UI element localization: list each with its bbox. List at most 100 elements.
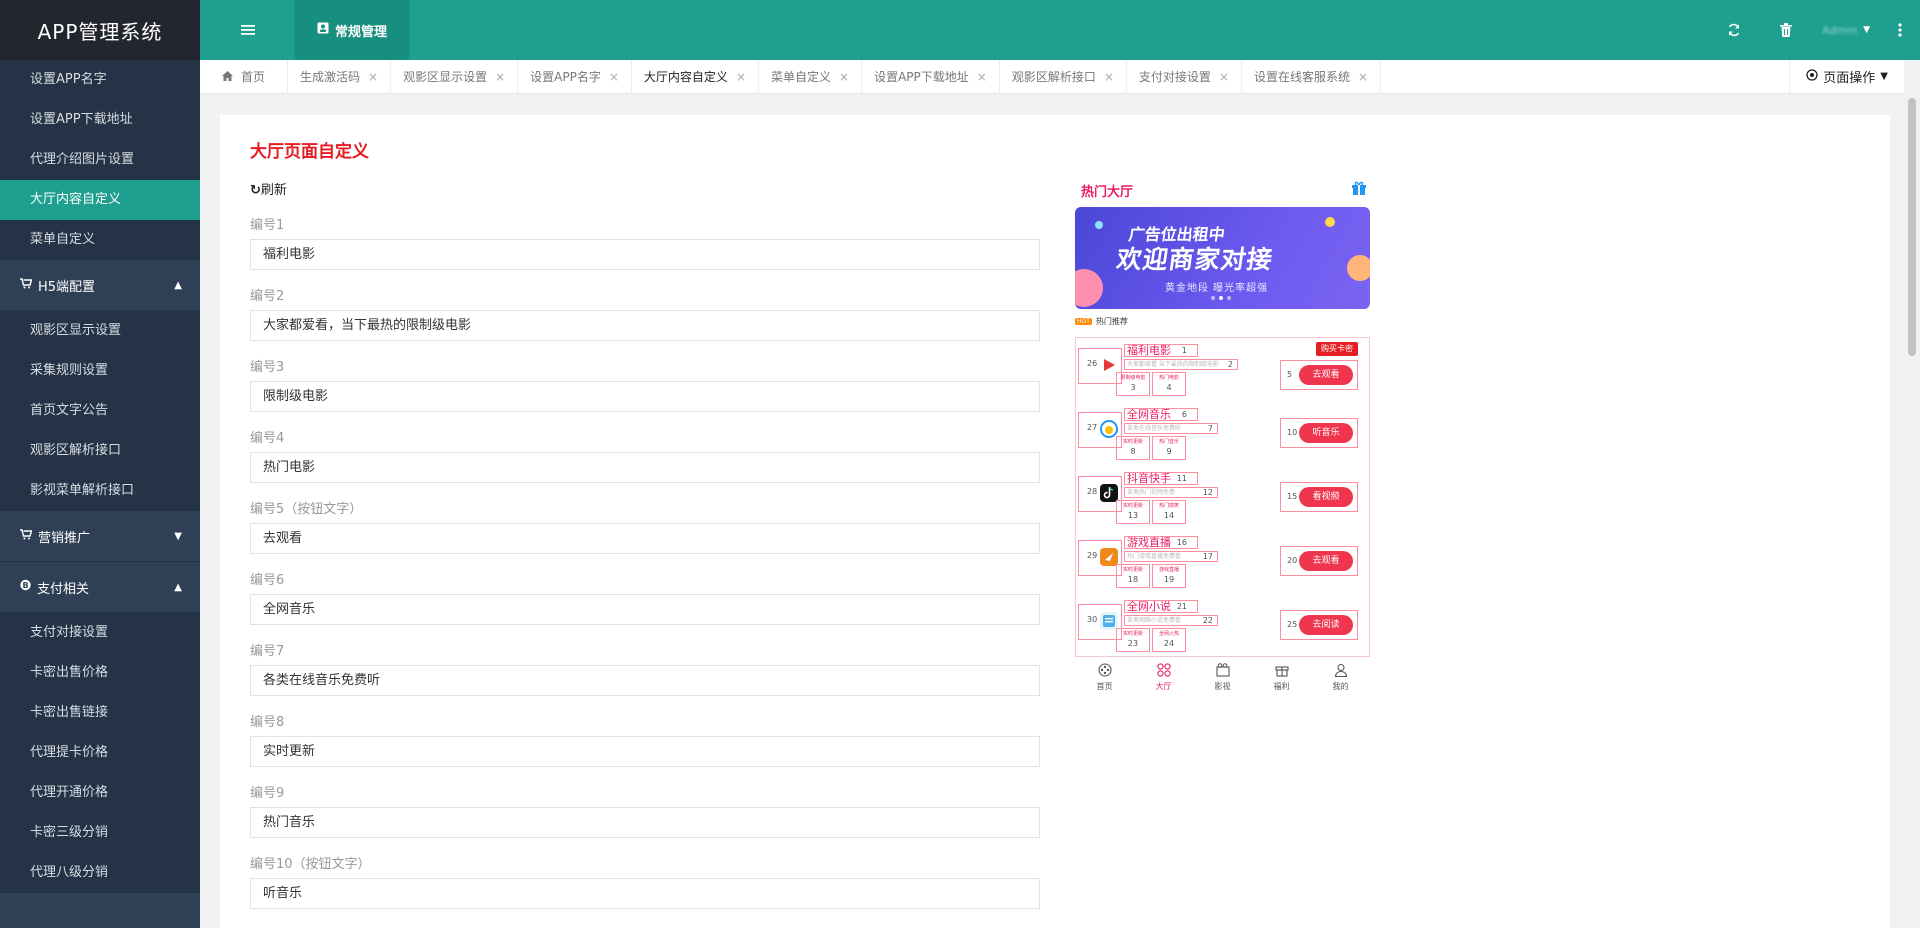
item-tag: 全网火热 (1158, 631, 1179, 637)
tab-app-download[interactable]: 设置APP下载地址 × (862, 60, 1000, 93)
trash-icon[interactable] (1760, 23, 1812, 37)
refresh-icon[interactable] (1708, 23, 1760, 37)
list-item[interactable]: 26 福利电影 1 大家都爱看 当下最热的限制级电影 2 限制级电影 3 热门电影 4 … (1076, 338, 1369, 402)
page-scrollbar[interactable] (1904, 94, 1920, 928)
field-label: 编号8 (250, 715, 285, 730)
item-desc-number: 22 (1202, 616, 1213, 625)
list-item[interactable]: 28 抖音快手 11 各类热门视频免费 12 实时更新 13 热门搞笑 14 15 看视频 (1076, 466, 1369, 530)
item-action-button[interactable]: 看视频 (1299, 487, 1353, 507)
user-menu[interactable]: Admin ▼ (1812, 24, 1880, 37)
text-input[interactable]: 热门音乐 (250, 807, 1040, 838)
tab-hall-content[interactable]: 大厅内容自定义 × (631, 60, 759, 93)
text-input[interactable]: 大家都爱看，当下最热的限制级电影 (250, 310, 1040, 341)
close-icon[interactable]: × (495, 70, 505, 84)
sidebar-item-movie-menu-parse[interactable]: 影视菜单解析接口 (0, 471, 200, 511)
sidebar-group-h5[interactable]: H5端配置 ▲ (0, 260, 200, 311)
sidebar-item-view-parse[interactable]: 观影区解析接口 (0, 431, 200, 471)
sidebar-item-pay-setting[interactable]: 支付对接设置 (0, 613, 200, 653)
item-action-button[interactable]: 去观看 (1299, 551, 1353, 571)
sidebar-item-app-download[interactable]: 设置APP下载地址 (0, 100, 200, 140)
item-tag: 实时更新 (1122, 439, 1143, 445)
item-desc: 各类在线音乐免费听 (1127, 425, 1182, 432)
sidebar-item-agent-card-price[interactable]: 代理提卡价格 (0, 733, 200, 773)
item-name: 福利电影 (1127, 344, 1171, 357)
module-tab-general[interactable]: 常规管理 (295, 0, 410, 60)
svg-text:B: B (22, 581, 28, 590)
item-desc-number: 12 (1202, 488, 1213, 497)
list-item[interactable]: 27 全网音乐 6 各类在线音乐免费听 7 实时更新 8 热门音乐 9 10 听音乐 (1076, 402, 1369, 466)
refresh-link[interactable]: ↻刷新 (250, 179, 287, 198)
ad-banner[interactable]: 广告位出租中 欢迎商家对接 黄金地段 曝光率超强 (1075, 207, 1370, 309)
text-input[interactable]: 各类在线音乐免费听 (250, 665, 1040, 696)
text-input[interactable]: 全网音乐 (250, 594, 1040, 625)
sidebar-item-home-notice[interactable]: 首页文字公告 (0, 391, 200, 431)
text-input[interactable]: 去观看 (250, 523, 1040, 554)
sidebar-item-hall-content[interactable]: 大厅内容自定义 (0, 180, 200, 220)
sidebar-item-agent-image[interactable]: 代理介绍图片设置 (0, 140, 200, 180)
item-action-button[interactable]: 去阅读 (1299, 615, 1353, 635)
text-input[interactable]: 听音乐 (250, 878, 1040, 909)
sidebar-item-agent-open-price[interactable]: 代理开通价格 (0, 773, 200, 813)
scrollbar-thumb[interactable] (1908, 98, 1916, 356)
item-tag: 游戏直播 (1158, 567, 1179, 573)
app-title: APP管理系统 (0, 0, 200, 60)
sidebar-item-card-link[interactable]: 卡密出售链接 (0, 693, 200, 733)
page-operations-dropdown[interactable]: 页面操作 ▼ (1789, 60, 1904, 93)
nav-item-welfare[interactable]: 福利 (1274, 663, 1290, 692)
tab-activation-code[interactable]: 生成激活码 × (288, 60, 392, 93)
item-action-button[interactable]: 去观看 (1299, 365, 1353, 385)
tab-online-service[interactable]: 设置在线客服系统 × (1242, 60, 1382, 93)
nav-item-movies[interactable]: 影视 (1215, 662, 1231, 692)
user-name: Admin (1822, 23, 1858, 37)
nav-item-home[interactable]: 首页 (1097, 662, 1113, 692)
tab-app-name[interactable]: 设置APP名字 × (518, 60, 632, 93)
item-action-button[interactable]: 听音乐 (1299, 423, 1353, 443)
sidebar-item-app-name[interactable]: 设置APP名字 (0, 60, 200, 100)
tab-pay-setting[interactable]: 支付对接设置 × (1127, 60, 1242, 93)
tab-menu-custom[interactable]: 菜单自定义 × (759, 60, 863, 93)
tab-label: 设置APP下载地址 (874, 70, 969, 84)
close-icon[interactable]: × (368, 70, 378, 84)
close-icon[interactable]: × (736, 70, 746, 84)
sidebar-item-collect-rules[interactable]: 采集规则设置 (0, 351, 200, 391)
text-input[interactable]: 限制级电影 (250, 381, 1040, 412)
close-icon[interactable]: × (1358, 70, 1368, 84)
sidebar-item-agent-8-level[interactable]: 代理八级分销 (0, 853, 200, 893)
close-icon[interactable]: × (609, 70, 619, 84)
more-vertical-icon[interactable] (1880, 23, 1920, 37)
menu-toggle-icon[interactable] (200, 0, 295, 60)
close-icon[interactable]: × (1104, 70, 1114, 84)
form-field: 编号6 全网音乐 (250, 570, 1040, 625)
close-icon[interactable]: × (1219, 70, 1229, 84)
text-input[interactable]: 福利电影 (250, 239, 1040, 270)
sidebar-group-marketing[interactable]: 营销推广 ▼ (0, 511, 200, 562)
list-item[interactable]: 29 游戏直播 16 热门游戏直播免费看 17 实时更新 18 游戏直播 19 20 去观… (1076, 530, 1369, 594)
nav-item-hall[interactable]: 大厅 (1156, 662, 1172, 692)
text-input[interactable]: 实时更新 (250, 736, 1040, 767)
text-input[interactable]: 热门电影 (250, 452, 1040, 483)
caret-up-icon: ▲ (174, 581, 182, 593)
sidebar-item-menu-custom[interactable]: 菜单自定义 (0, 220, 200, 260)
tab-home[interactable]: 首页 (200, 60, 289, 93)
sidebar: APP管理系统 设置APP名字 设置APP下载地址 代理介绍图片设置 大厅内容自… (0, 0, 200, 928)
sidebar-item-view-display[interactable]: 观影区显示设置 (0, 311, 200, 351)
button-number: 20 (1287, 556, 1298, 565)
contact-card-icon (317, 22, 329, 38)
module-label: 常规管理 (335, 24, 388, 40)
list-item[interactable]: 30 全网小说 21 各类网络小说免费看 22 实时更新 23 全网火热 24 25 去阅… (1076, 594, 1369, 658)
sidebar-item-card-price[interactable]: 卡密出售价格 (0, 653, 200, 693)
gift-icon (1274, 663, 1289, 679)
item-desc: 热门游戏直播免费看 (1127, 553, 1182, 560)
sidebar-item-card-3-level[interactable]: 卡密三级分销 (0, 813, 200, 853)
item-name: 全网小说 (1127, 600, 1171, 613)
tab-label: 支付对接设置 (1138, 70, 1211, 84)
tab-view-display[interactable]: 观影区显示设置 × (391, 60, 519, 93)
topbar: 常规管理 Admin ▼ (200, 0, 1920, 60)
nav-item-mine[interactable]: 我的 (1333, 663, 1349, 692)
close-icon[interactable]: × (977, 70, 987, 84)
tab-view-parse[interactable]: 观影区解析接口 × (1000, 60, 1127, 93)
item-tag-number: 9 (1166, 447, 1172, 456)
item-desc: 大家都爱看 当下最热的限制级电影 (1127, 361, 1219, 368)
close-icon[interactable]: × (839, 70, 849, 84)
sidebar-group-pay[interactable]: B 支付相关 ▲ (0, 562, 200, 613)
